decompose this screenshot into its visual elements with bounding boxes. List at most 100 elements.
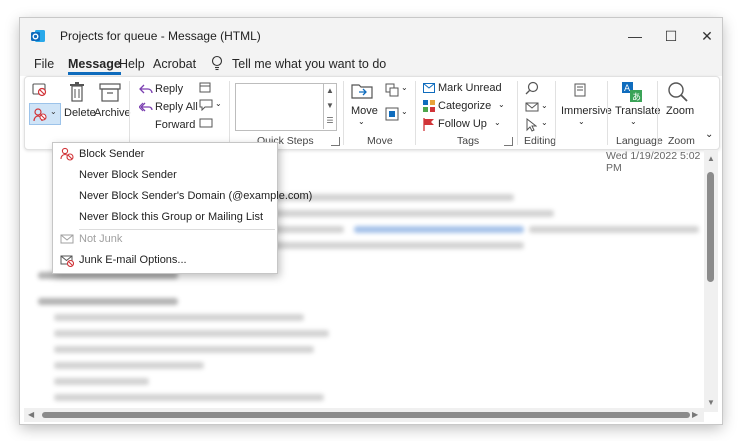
move-button[interactable]: Move [351,105,378,117]
tab-file[interactable]: File [34,57,54,71]
search-icon[interactable] [525,81,539,95]
follow-up-button[interactable]: Follow Up [438,118,487,130]
select-cursor-icon[interactable] [525,118,537,132]
chevron-down-icon: ⌄ [401,83,408,92]
menu-item-block-sender[interactable]: Block Sender [53,145,277,165]
vertical-scroll-thumb[interactable] [707,172,714,282]
blurred-list-item [54,362,204,369]
vertical-scrollbar[interactable]: ▲ ▼ [704,150,718,412]
chevron-down-icon: ⌄ [401,107,408,116]
zoom-button[interactable]: Zoom [666,105,694,117]
translate-button[interactable]: Translate [615,105,660,117]
tab-message[interactable]: Message [68,57,121,75]
chevron-down-icon: ⌄ [358,117,365,126]
horizontal-scroll-thumb[interactable] [42,412,690,418]
tab-help[interactable]: Help [119,57,145,71]
rules-icon[interactable] [385,83,399,97]
flag-icon [423,118,434,131]
junk-options-icon [60,255,74,267]
received-date: Wed 1/19/2022 5:02 PM [606,150,701,174]
related-icon[interactable] [525,101,539,113]
tags-launcher[interactable] [504,137,513,146]
delete-button[interactable]: Delete [64,107,96,119]
blurred-list-item [54,378,149,385]
editing-group-label: Editing [524,135,557,147]
quick-steps-scroller[interactable]: ▲ ▼ ☰ [323,83,336,129]
ribbon-separator [415,81,416,145]
menu-item-never-block-sender[interactable]: Never Block Sender [53,166,277,186]
ribbon-separator [343,81,344,145]
reply-all-button[interactable]: Reply All [155,101,198,113]
more-icon[interactable]: ☰ [324,113,336,128]
menu-item-label: Block Sender [79,148,145,160]
ribbon-separator [607,81,608,145]
menu-item-label: Junk E-mail Options... [79,254,187,266]
immersive-reader-icon [574,83,586,97]
forward-button[interactable]: Forward [155,119,195,131]
immersive-reader-button[interactable]: Immersive [561,105,612,117]
blurred-list-item [54,330,329,337]
scroll-up-icon[interactable]: ▲ [707,154,715,163]
svg-text:あ: あ [632,92,641,103]
chevron-down-icon: ⌄ [541,101,548,110]
tab-acrobat[interactable]: Acrobat [153,57,196,71]
title-bar: Projects for queue - Message (HTML) — ☐ … [20,18,722,54]
chevron-up-icon[interactable]: ▲ [324,83,336,98]
chevron-down-icon: ⌄ [578,117,585,126]
minimize-button[interactable]: — [618,24,652,48]
ribbon-tabs: File Message Help Acrobat Tell me what y… [20,54,722,76]
junk-icon [33,108,47,122]
junk-button[interactable]: ⌄ [29,103,61,125]
menu-item-label: Never Block Sender [79,169,177,181]
menu-item-label: Not Junk [79,233,123,245]
menu-item-label: Never Block Sender's Domain (@example.co… [79,190,313,202]
reply-button[interactable]: Reply [155,83,183,95]
svg-text:A: A [624,84,631,94]
scroll-left-icon[interactable]: ◀ [28,410,34,419]
im-reply-icon[interactable] [199,99,213,111]
menu-item-not-junk[interactable]: Not Junk [53,230,277,250]
maximize-button[interactable]: ☐ [654,24,688,48]
menu-item-label: Never Block this Group or Mailing List [79,211,264,223]
blurred-list-item [54,394,324,401]
block-sender-icon [60,147,74,161]
menu-item-never-block-domain[interactable]: Never Block Sender's Domain (@example.co… [53,187,312,207]
quick-steps-launcher[interactable] [331,137,340,146]
scroll-down-icon[interactable]: ▼ [707,398,715,407]
horizontal-scrollbar[interactable]: ◀ ▶ [24,408,704,422]
move-group-label: Move [367,135,393,147]
scroll-right-icon[interactable]: ▶ [692,410,698,419]
reply-icon [139,84,153,94]
blurred-list-item [54,346,314,353]
chevron-down-icon: ⌄ [630,117,637,126]
blurred-link [354,226,524,233]
chevron-down-icon: ⌄ [541,118,548,127]
reply-all-icon [139,102,153,112]
meeting-icon[interactable] [199,81,211,93]
ignore-icon[interactable] [31,81,47,97]
outlook-message-window: Projects for queue - Message (HTML) — ☐ … [20,18,722,424]
categorize-button[interactable]: Categorize [438,100,491,112]
tell-me-search[interactable]: Tell me what you want to do [232,57,386,71]
ribbon: ⌄ Delete Archive Reply Reply All Forward [24,76,720,150]
chevron-down-icon[interactable]: ▼ [324,98,336,113]
not-junk-icon [60,234,74,244]
menu-item-junk-options[interactable]: Junk E-mail Options... [53,251,277,271]
tags-group-label: Tags [457,135,480,147]
chevron-down-icon: ⌄ [494,118,501,127]
close-button[interactable]: ✕ [690,24,722,48]
outlook-app-icon [31,30,45,42]
blurred-text-line [529,226,699,233]
categorize-icon [423,100,435,112]
onenote-icon[interactable] [385,107,399,121]
move-folder-icon [351,84,373,99]
menu-item-never-block-group[interactable]: Never Block this Group or Mailing List [53,208,277,228]
quick-steps-gallery[interactable] [235,83,337,131]
junk-dropdown-menu: Block Sender Never Block Sender Never Bl… [52,142,312,274]
mark-unread-button[interactable]: Mark Unread [438,82,502,94]
blurred-text-line [264,210,554,217]
chevron-down-icon: ⌄ [498,100,505,109]
collapse-ribbon-icon[interactable]: ⌄ [705,129,713,140]
archive-button[interactable]: Archive [94,107,131,119]
more-respond-icon[interactable] [199,117,213,129]
